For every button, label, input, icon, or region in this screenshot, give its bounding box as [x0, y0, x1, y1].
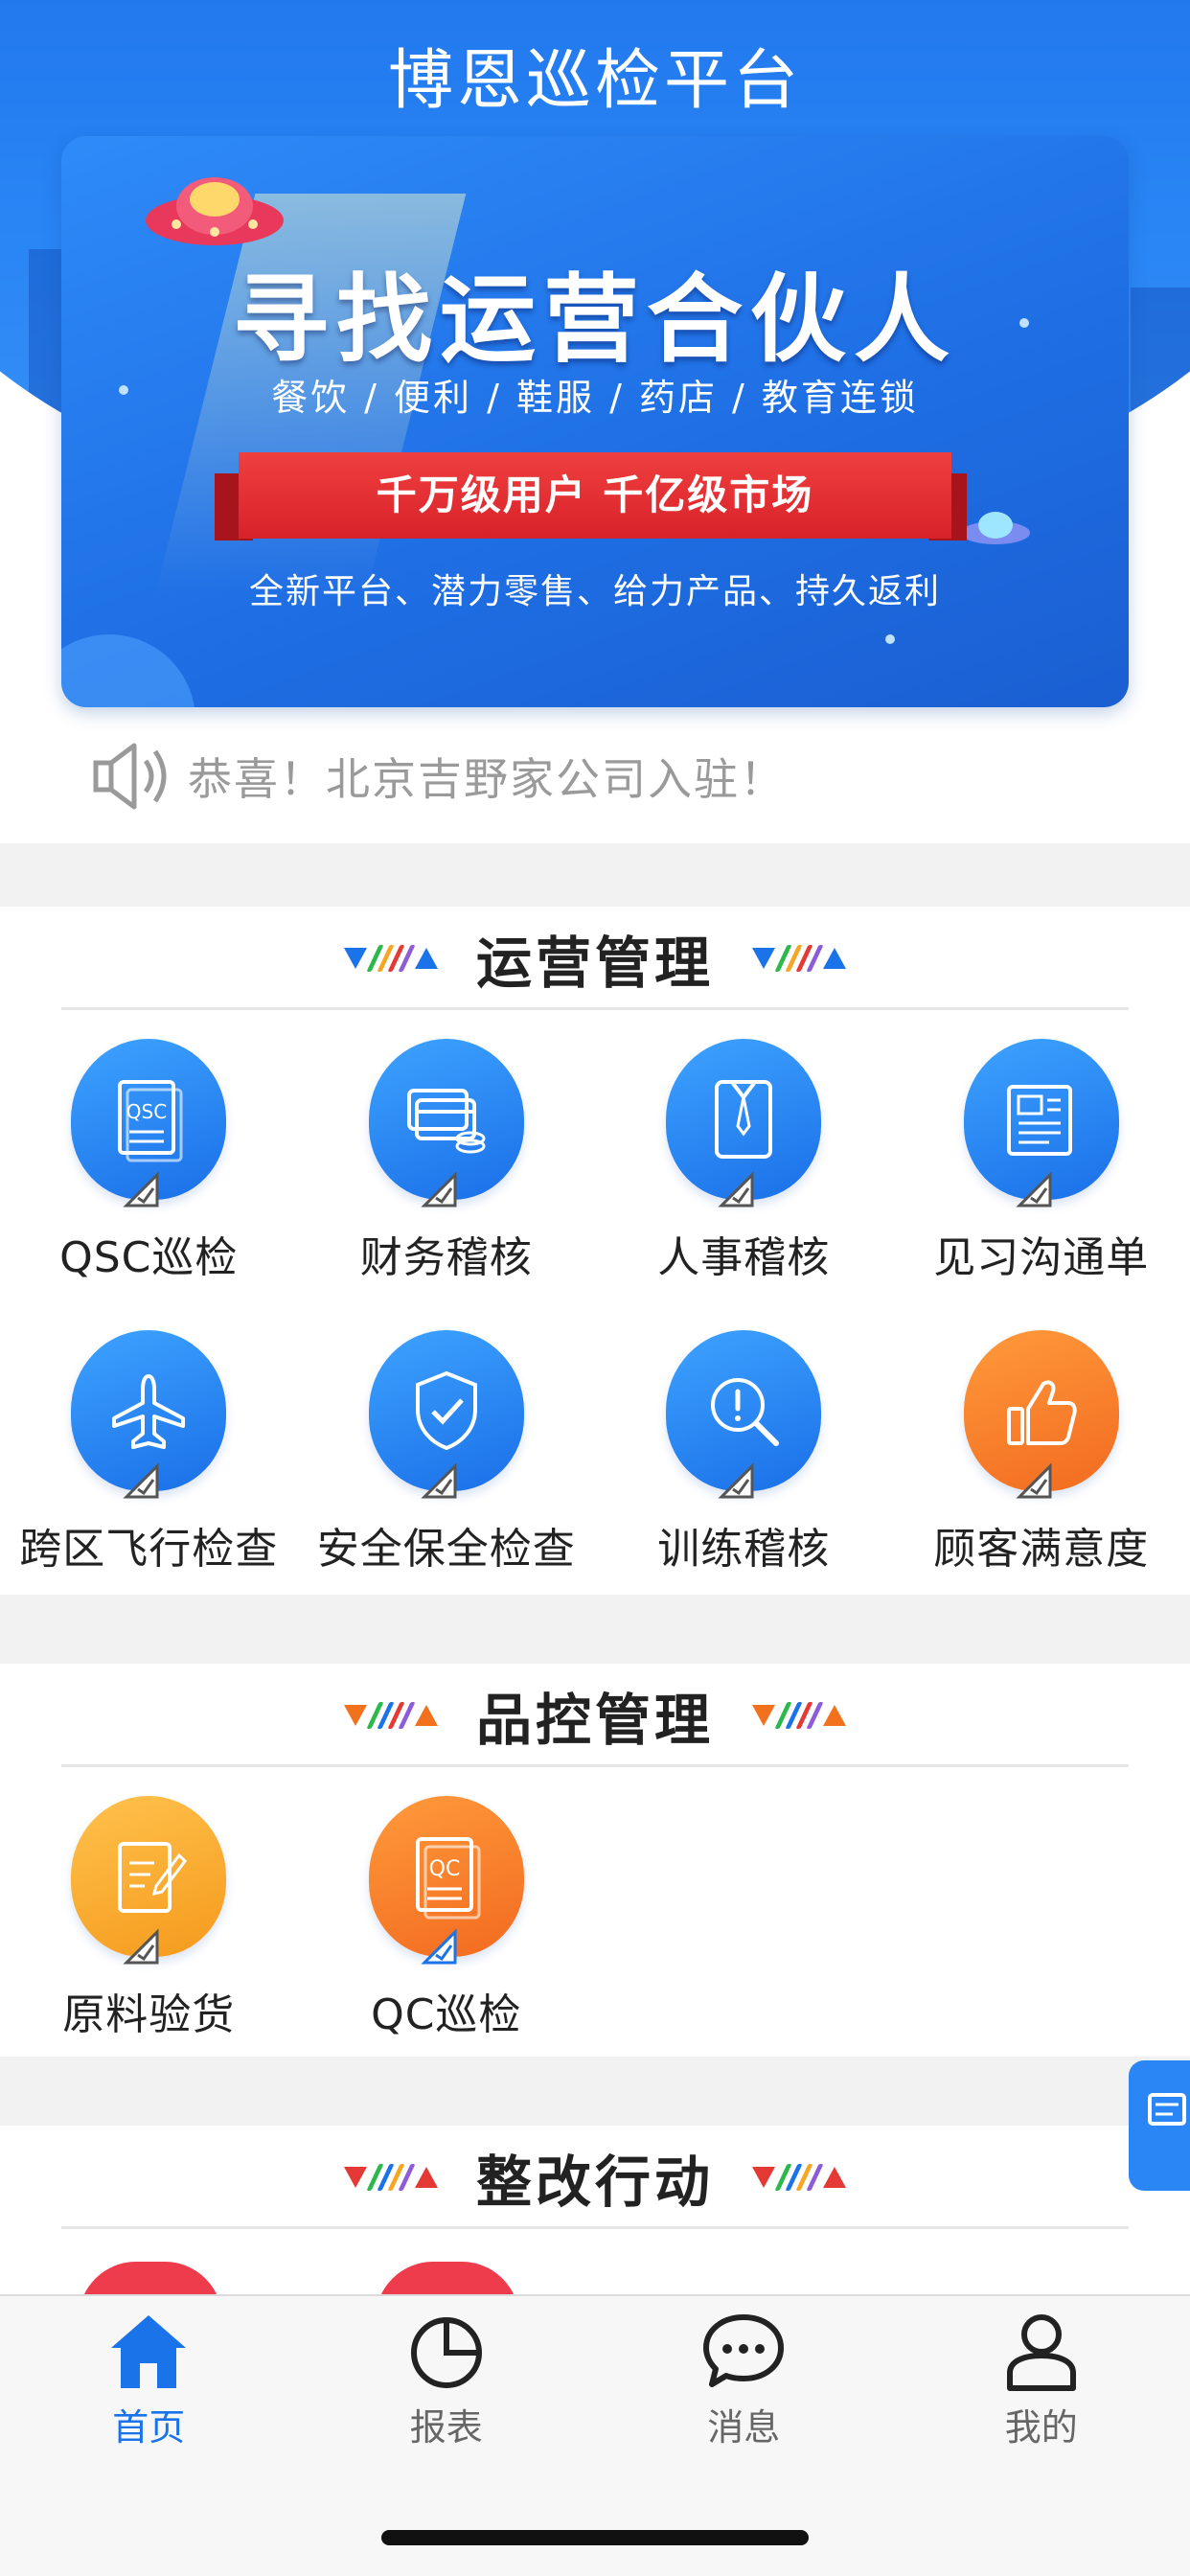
menu-item-label: 财务稽核 [359, 1233, 533, 1282]
corner-check-icon [718, 1171, 754, 1208]
menu-item-finance-audit[interactable]: 财务稽核 [298, 1039, 596, 1330]
tab-label: 首页 [112, 2406, 186, 2449]
section-header: 整改行动 [0, 2126, 1190, 2229]
planet-decoration [61, 634, 195, 707]
banner-categories: 餐饮 / 便利 / 鞋服 / 药店 / 教育连锁 [271, 377, 919, 419]
menu-item-qc-inspection[interactable]: QC QC巡检 [298, 1796, 596, 2087]
menu-item-label: 见习沟通单 [933, 1233, 1150, 1282]
menu-item-qsc-inspection[interactable]: QSC QSC巡检 [0, 1039, 298, 1330]
tab-label: 消息 [707, 2406, 781, 2449]
svg-text:QC: QC [428, 1857, 460, 1881]
quality-grid: 原料验货 QC QC巡检 [0, 1767, 1190, 2087]
tab-label: 报表 [409, 2406, 483, 2449]
section-header: 运营管理 [0, 907, 1190, 1010]
corner-check-icon [1015, 1462, 1051, 1499]
corner-check-icon [1015, 1171, 1051, 1208]
section-header: 品控管理 [0, 1664, 1190, 1767]
corner-check-icon [718, 1462, 754, 1499]
header-decoration-right [752, 945, 846, 972]
corner-check-icon [420, 1462, 456, 1499]
corner-check-icon [123, 1171, 159, 1208]
menu-item-training-audit[interactable]: 训练稽核 [595, 1330, 893, 1622]
section-quality-control: 品控管理 原料验货 QC QC巡检 [0, 1664, 1190, 2057]
header-decoration-right [752, 2164, 846, 2191]
banner-headline: 寻找运营合伙人 [233, 264, 957, 376]
section-title: 整改行动 [475, 2150, 714, 2215]
tab-label: 我的 [1004, 2406, 1078, 2449]
home-icon [111, 2315, 187, 2388]
floating-side-button[interactable] [1129, 2060, 1190, 2191]
document-icon [1148, 2093, 1186, 2126]
menu-item-label: 训练稽核 [657, 1525, 831, 1574]
menu-item-customer-satisfaction[interactable]: 顾客满意度 [893, 1330, 1190, 1622]
header-decoration-left [343, 945, 438, 972]
speaker-icon [93, 743, 167, 810]
menu-item-label: QC巡检 [371, 1990, 522, 2039]
tab-home[interactable]: 首页 [0, 2296, 298, 2450]
menu-item-trainee-communication[interactable]: 见习沟通单 [893, 1039, 1190, 1330]
menu-item-cross-region-inspection[interactable]: 跨区飞行检查 [0, 1330, 298, 1622]
menu-item-label: 人事稽核 [657, 1233, 831, 1282]
notice-text: 恭喜！北京吉野家公司入驻！ [188, 753, 786, 805]
corner-check-icon [420, 1928, 456, 1965]
section-divider [61, 1764, 1129, 1767]
corner-check-icon [123, 1928, 159, 1965]
app-screen: 博恩巡检平台 寻找运营合伙人 餐饮 / 便利 / 鞋服 / 药店 / 教育连锁 … [0, 0, 1190, 2576]
section-operations: 运营管理 QSC QSC巡检 财务稽核 人事稽核 见习沟通单 跨区飞行检查 安全… [0, 907, 1190, 1595]
user-icon [1006, 2314, 1076, 2391]
menu-item-personnel-audit[interactable]: 人事稽核 [595, 1039, 893, 1330]
section-divider [61, 1007, 1129, 1010]
menu-item-label: 顾客满意度 [933, 1525, 1150, 1574]
pie-chart-icon [410, 2317, 482, 2388]
banner-ribbon: 千万级用户 千亿级市场 [239, 452, 951, 539]
section-divider [61, 2226, 1129, 2229]
corner-check-icon [420, 1171, 456, 1208]
promo-banner[interactable]: 寻找运营合伙人 餐饮 / 便利 / 鞋服 / 药店 / 教育连锁 千万级用户 千… [61, 136, 1129, 707]
banner-subline: 全新平台、潜力零售、给力产品、持久返利 [248, 572, 941, 611]
small-ufo-icon [961, 512, 1030, 544]
menu-item-safety-inspection[interactable]: 安全保全检查 [298, 1330, 596, 1622]
tab-profile[interactable]: 我的 [893, 2296, 1190, 2450]
home-indicator [381, 2530, 809, 2545]
operations-grid: QSC QSC巡检 财务稽核 人事稽核 见习沟通单 跨区飞行检查 安全保全检查 … [0, 1010, 1190, 1622]
svg-text:QSC: QSC [126, 1100, 167, 1123]
menu-item-label: 原料验货 [62, 1990, 236, 2039]
header: 博恩巡检平台 寻找运营合伙人 餐饮 / 便利 / 鞋服 / 药店 / 教育连锁 … [0, 0, 1190, 843]
menu-item-label: 安全保全检查 [316, 1525, 576, 1574]
app-title: 博恩巡检平台 [387, 43, 802, 119]
section-title: 运营管理 [475, 931, 714, 996]
corner-check-icon [123, 1462, 159, 1499]
menu-item-label: 跨区飞行检查 [19, 1525, 279, 1574]
menu-item-material-inspection[interactable]: 原料验货 [0, 1796, 298, 2087]
tab-messages[interactable]: 消息 [595, 2296, 893, 2450]
section-title: 品控管理 [475, 1688, 714, 1753]
header-decoration-left [343, 2164, 438, 2191]
menu-item-label: QSC巡检 [59, 1233, 239, 1282]
header-decoration-right [752, 1702, 846, 1729]
chat-bubble-icon [703, 2314, 785, 2387]
tab-reports[interactable]: 报表 [298, 2296, 596, 2450]
header-decoration-left [343, 1702, 438, 1729]
notice-bar[interactable]: 恭喜！北京吉野家公司入驻！ [92, 738, 786, 815]
